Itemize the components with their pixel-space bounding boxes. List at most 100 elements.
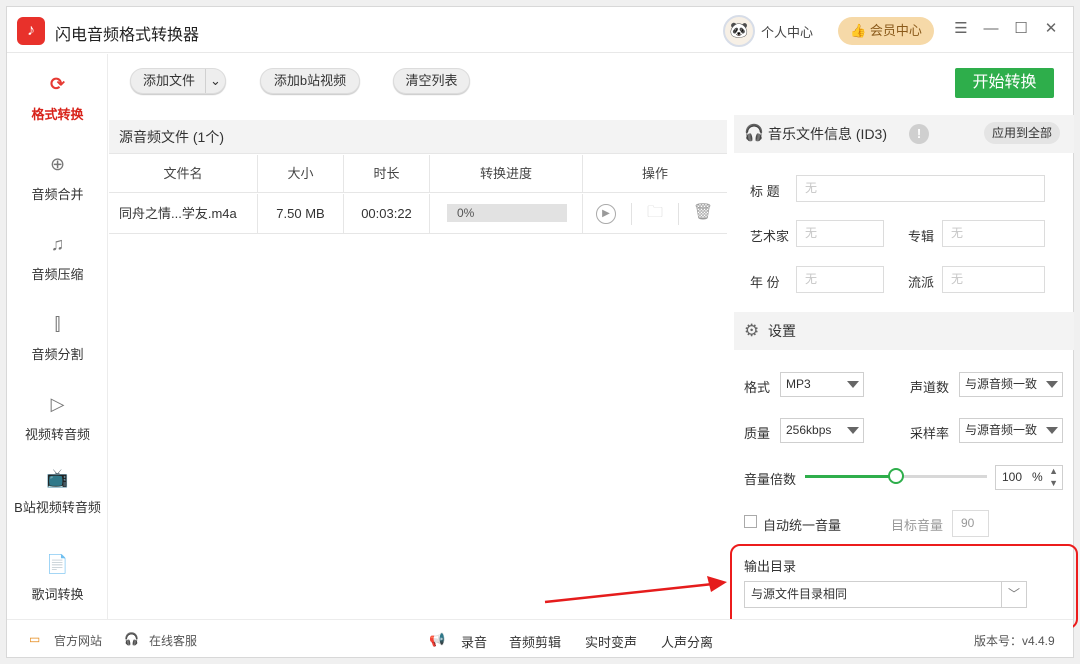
genre-field[interactable]: 无 [942,266,1045,293]
red-arrow-annotation [544,576,727,604]
album-field[interactable]: 无 [942,220,1045,247]
channel-label: 声道数 [910,380,950,395]
vocal-separate-link[interactable]: 人声分离 [661,632,713,651]
minimize-icon[interactable]: — [981,19,1001,39]
title-bar: ♪ 闪电音频格式转换器 🐼 个人中心 👍 会员中心 ☰ — ☐ ✕ [7,7,1073,53]
app-title: 闪电音频格式转换器 [55,27,200,44]
merge-icon: ⊕ [49,154,66,174]
music-note-icon: ♫ [50,234,65,254]
vip-center-button[interactable]: 👍 会员中心 [838,17,934,45]
channel-select[interactable]: 与源音频一致 [959,372,1063,397]
folder-icon[interactable]: 🗀 [643,202,667,226]
megaphone-icon: 📢 [429,632,446,647]
settings-title: 设置 [768,323,796,339]
app-window: ♪ 闪电音频格式转换器 🐼 个人中心 👍 会员中心 ☰ — ☐ ✕ ⟳ 格式转换… [6,6,1078,658]
sidebar-item-label: 音频压缩 [31,267,84,282]
add-file-button[interactable]: 添加文件 ⌄ [130,68,226,94]
samplerate-label: 采样率 [910,426,950,441]
sidebar: ⟳ 格式转换 ⊕ 音频合并 ♫ 音频压缩 ⫿ 音频分割 ▷ 视频转音频 📺 B站… [7,54,108,619]
user-center-link[interactable]: 个人中心 [761,22,813,41]
sidebar-item-lyrics-convert[interactable]: 📄 歌词转换 [7,550,108,603]
clear-list-button[interactable]: 清空列表 [393,68,470,94]
year-label: 年 份 [750,275,780,290]
sidebar-item-audio-split[interactable]: ⫿ 音频分割 [7,310,108,363]
tv-icon: 📺 [46,468,69,488]
output-dir-label: 输出目录 [744,559,797,574]
play-icon[interactable]: ▶ [596,204,616,224]
year-field[interactable]: 无 [796,266,884,293]
column-header-actions: 操作 [583,155,727,193]
file-name-cell: 同舟之情...学友.m4a [109,194,258,234]
refresh-icon: ⟳ [49,74,66,94]
volume-slider-thumb[interactable] [888,468,904,484]
file-list-header: 源音频文件 (1个) [109,120,727,154]
settings-section: ⚙ 设置 [734,312,1074,350]
version-label: 版本号：v4.4.9 [974,634,1055,648]
sidebar-item-label: B站视频转音频 [14,500,101,515]
maximize-icon[interactable]: ☐ [1011,19,1031,39]
chevron-down-icon [1046,427,1058,434]
auto-volume-checkbox[interactable] [744,515,757,528]
footer: ▭ 官方网站 🎧 在线客服 📢 录音 音频剪辑 实时变声 人声分离 版本号：v4… [7,619,1073,657]
avatar[interactable]: 🐼 [723,15,755,47]
artist-field[interactable]: 无 [796,220,884,247]
service-link[interactable]: 在线客服 [149,632,197,649]
divider [678,203,679,225]
headphones-icon: 🎧 [744,125,764,142]
file-size-cell: 7.50 MB [258,194,344,234]
samplerate-value: 与源音频一致 [965,423,1038,437]
volume-stepper[interactable]: 100 % ▲ ▼ [995,465,1063,490]
volume-value: 100 [1002,470,1023,484]
volume-label: 音量倍数 [744,472,797,487]
quality-select[interactable]: 256kbps [780,418,864,443]
channel-value: 与源音频一致 [965,377,1038,391]
stepper-arrows-icon[interactable]: ▲ ▼ [1049,465,1058,489]
album-label: 专辑 [908,229,935,244]
record-link[interactable]: 录音 [461,632,487,651]
quality-label: 质量 [744,426,771,441]
progress-bar: 0% [447,204,567,222]
sidebar-item-format-convert[interactable]: ⟳ 格式转换 [7,70,108,123]
add-bilibili-video-button[interactable]: 添加b站视频 [260,68,360,94]
samplerate-select[interactable]: 与源音频一致 [959,418,1063,443]
trash-icon[interactable]: 🗑 [691,202,715,226]
vip-label: 会员中心 [869,23,922,38]
chevron-down-icon [847,427,859,434]
column-header-filename: 文件名 [109,155,258,193]
column-header-size: 大小 [258,155,344,193]
sidebar-item-audio-merge[interactable]: ⊕ 音频合并 [7,150,108,203]
audio-edit-link[interactable]: 音频剪辑 [509,632,561,651]
quality-value: 256kbps [786,423,832,437]
website-icon: ▭ [29,632,41,646]
target-volume-field[interactable]: 90 [952,510,989,537]
realtime-voice-link[interactable]: 实时变声 [585,632,637,651]
video-icon: ▷ [50,394,65,414]
chevron-down-icon: ﹀ [1007,587,1020,601]
chevron-down-icon [1046,381,1058,388]
chevron-down-icon[interactable]: ⌄ [205,69,225,93]
file-duration-cell: 00:03:22 [344,194,430,234]
info-icon[interactable]: ! [909,124,929,144]
format-value: MP3 [786,377,811,391]
sidebar-item-video-to-audio[interactable]: ▷ 视频转音频 [7,390,108,443]
headset-icon: 🎧 [124,632,139,646]
close-icon[interactable]: ✕ [1041,19,1061,39]
output-dir-select[interactable]: 与源文件目录相同 ﹀ [744,581,1027,608]
sidebar-item-audio-compress[interactable]: ♫ 音频压缩 [7,230,108,283]
sidebar-item-bilibili-to-audio[interactable]: 📺 B站视频转音频 [7,464,108,517]
website-link[interactable]: 官方网站 [54,632,102,649]
divider [1001,582,1002,607]
column-header-progress: 转换进度 [430,155,583,193]
start-convert-button[interactable]: 开始转换 [955,68,1054,98]
title-field[interactable]: 无 [796,175,1045,202]
add-file-label: 添加文件 [142,73,195,88]
auto-volume-label: 自动统一音量 [763,518,842,533]
format-select[interactable]: MP3 [780,372,864,397]
title-label: 标 题 [750,184,780,199]
genre-label: 流派 [908,275,935,290]
sidebar-item-label: 音频分割 [31,347,84,362]
apply-to-all-button[interactable]: 应用到全部 [984,122,1060,144]
target-volume-label: 目标音量 [891,518,944,533]
volume-unit: % [1032,470,1043,484]
menu-icon[interactable]: ☰ [951,19,971,39]
